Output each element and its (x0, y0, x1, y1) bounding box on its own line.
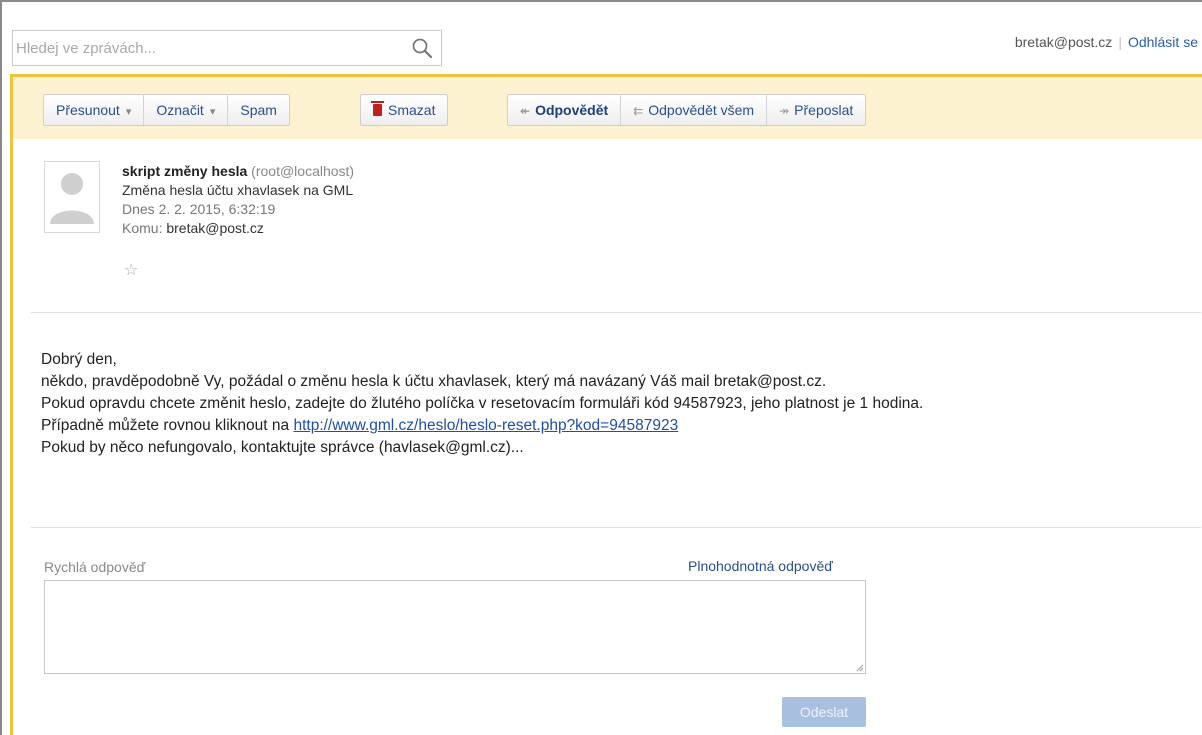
quick-reply-textarea[interactable] (44, 580, 866, 674)
message-body: Dobrý den, někdo, pravděpodobně Vy, požá… (41, 349, 1191, 459)
search-icon[interactable] (411, 37, 433, 59)
body-line-1: někdo, pravděpodobně Vy, požádal o změnu… (41, 373, 827, 390)
resize-handle-icon[interactable] (856, 664, 864, 672)
message-header: skript změny hesla (root@localhost) Změn… (122, 162, 354, 238)
logout-link[interactable]: Odhlásit se (1128, 34, 1198, 50)
account-separator: | (1118, 34, 1122, 50)
forward-label: Přeposlat (794, 102, 854, 118)
search-input[interactable] (13, 31, 401, 65)
window-frame-top (0, 0, 1202, 2)
chevron-down-icon: ▾ (209, 106, 216, 118)
reply-group: ↞ Odpovědět ⇇ Odpovědět všem ↠ Přeposlat (507, 94, 867, 126)
reply-all-button[interactable]: ⇇ Odpovědět všem (621, 95, 768, 125)
to-value: bretak@post.cz (166, 220, 264, 236)
trash-icon (371, 101, 384, 116)
message-panel: Přesunout ▾ Označit ▾ Spam Smazat ↞ Odpověd… (10, 74, 1202, 735)
send-button[interactable]: Odeslat (782, 697, 866, 727)
full-reply-link[interactable]: Plnohodnotná odpověď (688, 558, 833, 574)
delete-group: Smazat (360, 94, 449, 126)
move-button[interactable]: Přesunout ▾ (44, 95, 145, 125)
forward-button[interactable]: ↠ Přeposlat (767, 95, 865, 125)
header-divider (31, 312, 1201, 313)
account-email: bretak@post.cz (1014, 34, 1113, 50)
window-frame-left (0, 0, 2, 735)
reply-all-icon: ⇇ (633, 104, 644, 118)
message-toolbar: Přesunout ▾ Označit ▾ Spam Smazat ↞ Odpověd… (13, 77, 1202, 139)
body-line-3: Případně můžete rovnou kliknout na http:… (41, 415, 1191, 437)
search-box (12, 30, 442, 66)
message-date: Dnes 2. 2. 2015, 6:32:19 (122, 201, 276, 217)
reply-button[interactable]: ↞ Odpovědět (508, 95, 622, 125)
quick-reply-label: Rychlá odpověď (44, 559, 146, 575)
sender-name: skript změny hesla (122, 163, 248, 179)
body-line-3-prefix: Případně můžete rovnou kliknout na (41, 417, 294, 434)
sender-line: skript změny hesla (root@localhost) (122, 162, 354, 181)
delete-label: Smazat (388, 102, 436, 118)
mark-label: Označit (156, 102, 204, 118)
sender-address: (root@localhost) (251, 163, 355, 179)
reset-link[interactable]: http://www.gml.cz/heslo/heslo-reset.php?… (293, 417, 678, 434)
body-line-2: Pokud opravdu chcete změnit heslo, zadej… (41, 395, 924, 412)
reply-all-label: Odpovědět všem (648, 102, 755, 118)
spam-button[interactable]: Spam (228, 95, 289, 125)
avatar-silhouette-icon (50, 173, 94, 224)
avatar (44, 161, 100, 233)
body-divider (31, 527, 1201, 528)
chevron-down-icon: ▾ (125, 106, 132, 118)
reply-icon: ↞ (520, 104, 531, 118)
recipient-line: Komu: bretak@post.cz (122, 219, 354, 238)
star-outline-icon[interactable]: ☆ (124, 260, 138, 280)
actions-group: Přesunout ▾ Označit ▾ Spam (43, 94, 290, 126)
account-bar: bretak@post.cz | Odhlásit se (1015, 34, 1198, 50)
body-line-4: Pokud by něco nefungovalo, kontaktujte s… (41, 439, 524, 456)
move-label: Přesunout (56, 102, 120, 118)
reply-label: Odpovědět (535, 102, 609, 118)
forward-icon: ↠ (779, 104, 790, 118)
to-label: Komu: (122, 220, 163, 236)
message-subject: Změna hesla účtu xhavlasek na GML (122, 182, 354, 198)
delete-button[interactable]: Smazat (361, 95, 447, 125)
mark-button[interactable]: Označit ▾ (144, 95, 229, 125)
body-greeting: Dobrý den, (41, 351, 117, 368)
